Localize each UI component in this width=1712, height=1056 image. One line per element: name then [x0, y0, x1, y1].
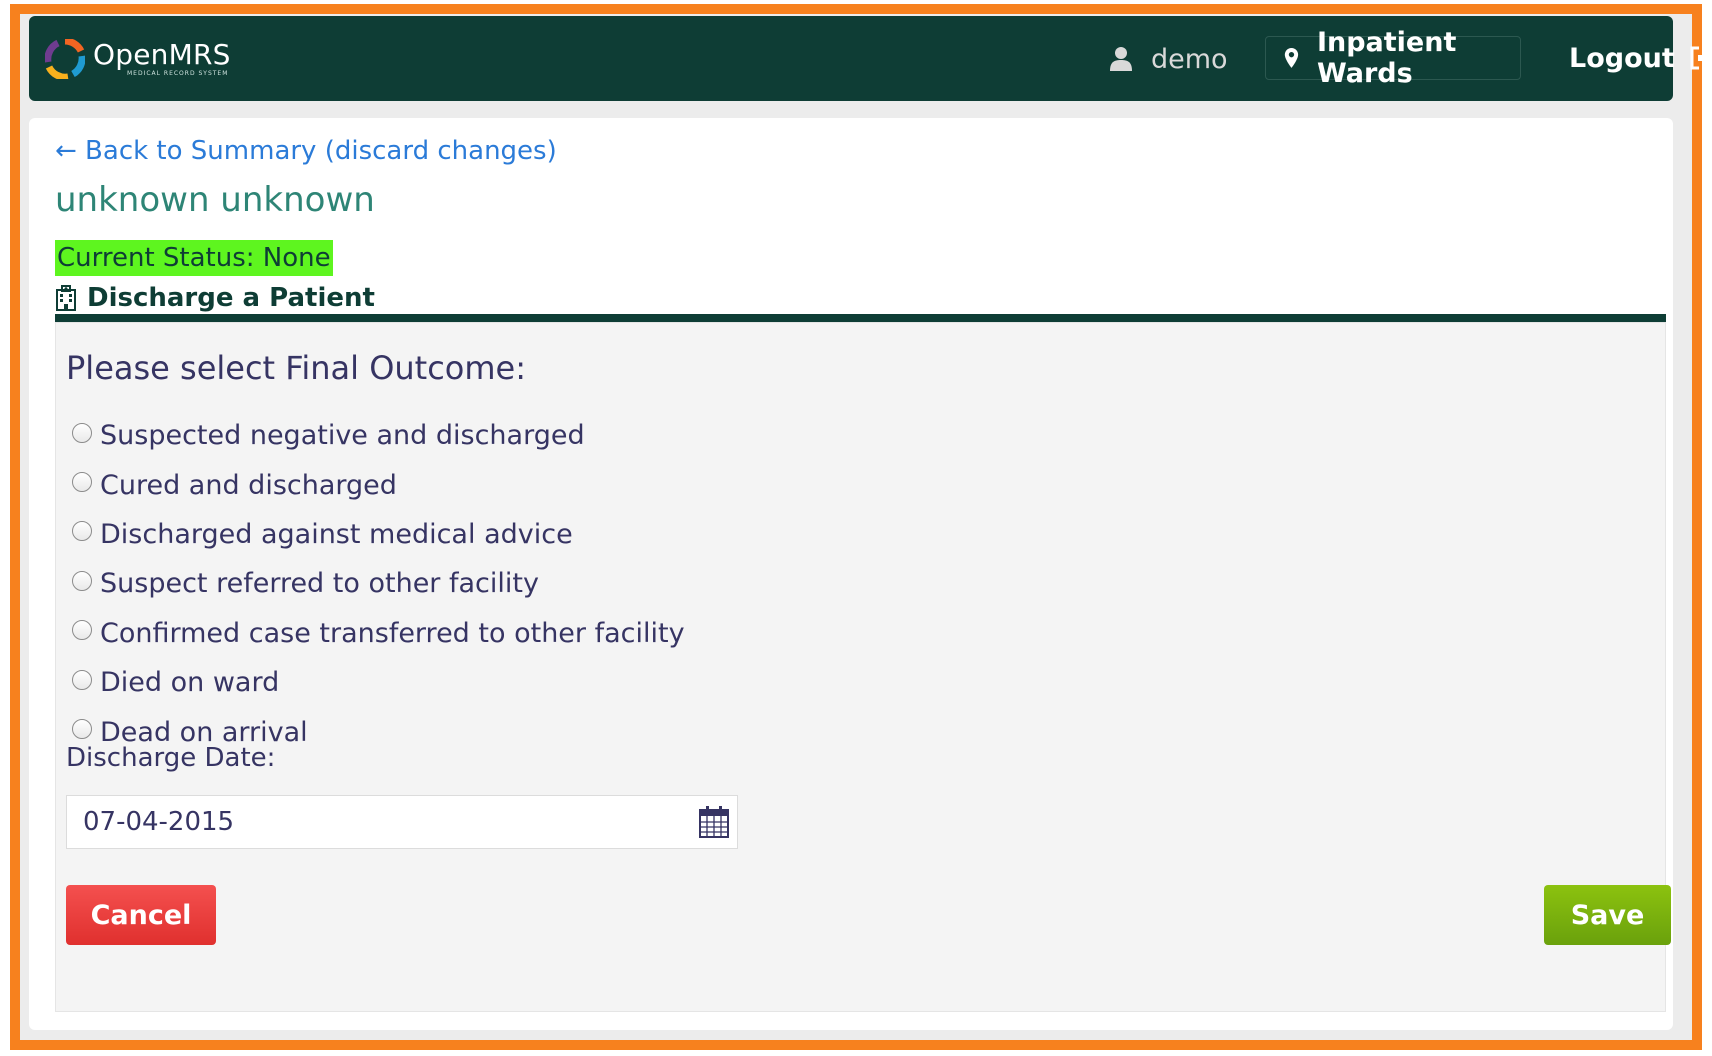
outcome-label: Discharged against medical advice: [100, 518, 573, 550]
outcome-label: Suspected negative and discharged: [100, 420, 585, 452]
current-user: demo: [1109, 38, 1228, 80]
radio-button[interactable]: [72, 669, 92, 690]
outcome-label: Died on ward: [100, 667, 280, 699]
outcome-option-cured[interactable]: Cured and discharged: [72, 460, 685, 509]
discharge-date-label: Discharge Date:: [66, 743, 276, 773]
logout-icon: [1690, 46, 1712, 70]
section-title-label: Discharge a Patient: [87, 283, 375, 313]
discharge-date-field: [66, 795, 738, 849]
app-subtitle: MEDICAL RECORD SYSTEM: [127, 70, 229, 77]
outcome-options: Suspected negative and discharged Cured …: [72, 411, 685, 757]
openmrs-logo[interactable]: OpenMRS MEDICAL RECORD SYSTEM: [45, 34, 231, 84]
radio-button[interactable]: [72, 472, 92, 493]
radio-button[interactable]: [72, 422, 92, 443]
location-selector[interactable]: Inpatient Wards: [1265, 27, 1521, 89]
save-button[interactable]: Save: [1544, 885, 1671, 945]
app-name: OpenMRS: [93, 38, 231, 71]
calendar-icon[interactable]: [699, 806, 729, 838]
outcome-option-died-on-ward[interactable]: Died on ward: [72, 658, 685, 707]
patient-name: unknown unknown: [55, 180, 375, 220]
user-icon: [1110, 47, 1132, 71]
outcome-label: Suspect referred to other facility: [100, 568, 539, 600]
section-title: Discharge a Patient: [55, 283, 375, 313]
map-pin-icon: [1284, 48, 1299, 68]
logout-button[interactable]: Logout: [1569, 36, 1712, 80]
radio-button[interactable]: [72, 620, 92, 641]
openmrs-logo-icon: [45, 39, 85, 79]
logout-label: Logout: [1569, 42, 1675, 74]
discharge-date-input[interactable]: [67, 796, 667, 848]
outcome-label: Confirmed case transferred to other faci…: [100, 617, 685, 649]
status-badge: Current Status: None: [55, 240, 333, 276]
section-divider: [55, 314, 1666, 322]
radio-button[interactable]: [72, 570, 92, 591]
location-label: Inpatient Wards: [1316, 27, 1457, 89]
outcome-option-transferred[interactable]: Confirmed case transferred to other faci…: [72, 609, 685, 658]
cancel-button[interactable]: Cancel: [66, 885, 216, 945]
username: demo: [1151, 43, 1228, 75]
radio-button[interactable]: [72, 521, 92, 542]
outcome-label: Cured and discharged: [100, 469, 397, 501]
radio-button[interactable]: [72, 719, 92, 740]
outcome-question: Please select Final Outcome:: [66, 349, 527, 387]
outcome-option-against-advice[interactable]: Discharged against medical advice: [72, 510, 685, 559]
discharge-form: Please select Final Outcome: Suspected n…: [55, 322, 1671, 1012]
main-content: ← Back to Summary (discard changes) unkn…: [29, 118, 1673, 1030]
back-to-summary-link[interactable]: ← Back to Summary (discard changes): [55, 136, 557, 166]
outcome-option-suspected-negative[interactable]: Suspected negative and discharged: [72, 411, 685, 460]
hospital-icon: [56, 285, 76, 311]
outcome-option-referred[interactable]: Suspect referred to other facility: [72, 559, 685, 608]
top-navbar: OpenMRS MEDICAL RECORD SYSTEM demo Inpat…: [29, 16, 1712, 101]
